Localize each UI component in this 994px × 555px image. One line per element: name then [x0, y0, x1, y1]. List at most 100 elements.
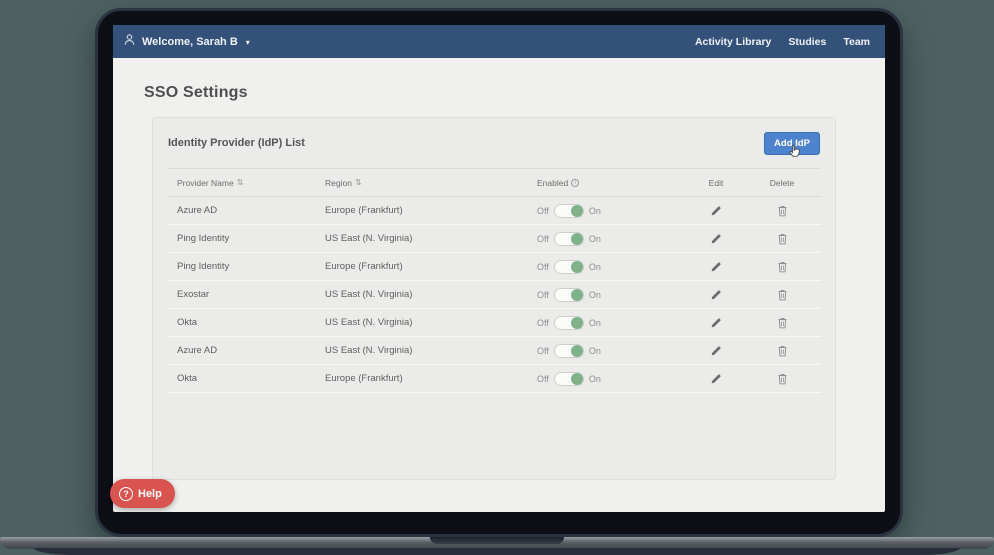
idp-card-header: Identity Provider (IdP) List Add IdP — [153, 118, 835, 168]
laptop-base-bottom — [34, 548, 960, 555]
delete-button[interactable] — [773, 231, 792, 247]
user-menu[interactable]: Welcome, Sarah B ▾ — [123, 33, 250, 51]
edit-cell — [679, 231, 753, 247]
provider-name-cell: Ping Identity — [177, 233, 325, 244]
toggle-off-label: Off — [537, 346, 549, 356]
page-title: SSO Settings — [144, 84, 885, 102]
sso-settings-page: SSO Settings Identity Provider (IdP) Lis… — [113, 84, 885, 512]
edit-cell — [679, 343, 753, 359]
delete-cell — [753, 231, 811, 247]
edit-button[interactable] — [706, 315, 726, 331]
toggle-on-label: On — [589, 262, 601, 272]
toggle-on-label: On — [589, 290, 601, 300]
column-header-enabled: Enabled i — [537, 178, 679, 188]
idp-table: Provider Name ⇅ Region ⇅ Enabled i — [167, 168, 821, 393]
delete-cell — [753, 203, 811, 219]
delete-button[interactable] — [773, 315, 792, 331]
provider-name-cell: Okta — [177, 373, 325, 384]
nav-links: Activity Library Studies Team — [695, 36, 870, 48]
caret-down-icon: ▾ — [246, 38, 250, 47]
help-button[interactable]: ? Help — [110, 479, 175, 508]
delete-button[interactable] — [773, 343, 792, 359]
enabled-cell: Off On — [537, 232, 679, 246]
help-label: Help — [138, 488, 162, 500]
nav-link-team[interactable]: Team — [843, 36, 870, 48]
table-row: Okta Europe (Frankfurt) Off On — [167, 365, 821, 393]
enabled-cell: Off On — [537, 372, 679, 386]
table-header-row: Provider Name ⇅ Region ⇅ Enabled i — [167, 169, 821, 197]
provider-name-cell: Azure AD — [177, 345, 325, 356]
region-cell: Europe (Frankfurt) — [325, 205, 537, 216]
delete-button[interactable] — [773, 287, 792, 303]
table-row: Azure AD Europe (Frankfurt) Off On — [167, 197, 821, 225]
toggle-on-label: On — [589, 318, 601, 328]
delete-cell — [753, 315, 811, 331]
toggle-off-label: Off — [537, 318, 549, 328]
sort-icon[interactable]: ⇅ — [355, 178, 362, 187]
edit-cell — [679, 203, 753, 219]
region-cell: US East (N. Virginia) — [325, 289, 537, 300]
delete-cell — [753, 259, 811, 275]
edit-button[interactable] — [706, 371, 726, 387]
provider-name-cell: Okta — [177, 317, 325, 328]
edit-cell — [679, 287, 753, 303]
enabled-toggle[interactable] — [554, 260, 584, 274]
enabled-toggle[interactable] — [554, 204, 584, 218]
edit-button[interactable] — [706, 259, 726, 275]
edit-button[interactable] — [706, 287, 726, 303]
enabled-toggle[interactable] — [554, 316, 584, 330]
enabled-cell: Off On — [537, 344, 679, 358]
table-row: Ping Identity US East (N. Virginia) Off … — [167, 225, 821, 253]
region-cell: US East (N. Virginia) — [325, 345, 537, 356]
column-header-region[interactable]: Region ⇅ — [325, 178, 537, 188]
edit-cell — [679, 315, 753, 331]
toggle-on-label: On — [589, 346, 601, 356]
add-idp-button-wrap: Add IdP — [764, 132, 820, 155]
nav-link-studies[interactable]: Studies — [788, 36, 826, 48]
edit-button[interactable] — [706, 343, 726, 359]
toggle-off-label: Off — [537, 234, 549, 244]
enabled-toggle[interactable] — [554, 232, 584, 246]
welcome-label: Welcome, Sarah B — [142, 36, 238, 48]
column-header-provider-name[interactable]: Provider Name ⇅ — [177, 178, 325, 188]
toggle-knob — [571, 345, 583, 357]
laptop-screen: Welcome, Sarah B ▾ Activity Library Stud… — [113, 25, 885, 512]
region-cell: Europe (Frankfurt) — [325, 373, 537, 384]
laptop-base-notch — [430, 537, 564, 544]
provider-name-cell: Ping Identity — [177, 261, 325, 272]
toggle-knob — [571, 289, 583, 301]
enabled-toggle[interactable] — [554, 372, 584, 386]
table-row: Azure AD US East (N. Virginia) Off On — [167, 337, 821, 365]
table-body: Azure AD Europe (Frankfurt) Off On — [167, 197, 821, 393]
edit-cell — [679, 259, 753, 275]
toggle-knob — [571, 373, 583, 385]
enabled-toggle[interactable] — [554, 288, 584, 302]
edit-cell — [679, 371, 753, 387]
add-idp-button[interactable]: Add IdP — [764, 132, 820, 155]
column-header-edit: Edit — [679, 178, 753, 188]
edit-button[interactable] — [706, 203, 726, 219]
toggle-on-label: On — [589, 234, 601, 244]
enabled-toggle[interactable] — [554, 344, 584, 358]
delete-cell — [753, 287, 811, 303]
toggle-on-label: On — [589, 206, 601, 216]
enabled-cell: Off On — [537, 288, 679, 302]
toggle-off-label: Off — [537, 262, 549, 272]
table-row: Exostar US East (N. Virginia) Off On — [167, 281, 821, 309]
delete-button[interactable] — [773, 259, 792, 275]
provider-name-cell: Azure AD — [177, 205, 325, 216]
toggle-knob — [571, 261, 583, 273]
toggle-off-label: Off — [537, 206, 549, 216]
info-icon[interactable]: i — [571, 179, 579, 187]
table-row: Okta US East (N. Virginia) Off On — [167, 309, 821, 337]
delete-button[interactable] — [773, 203, 792, 219]
user-icon — [123, 33, 136, 51]
toggle-knob — [571, 205, 583, 217]
enabled-cell: Off On — [537, 204, 679, 218]
nav-link-activity-library[interactable]: Activity Library — [695, 36, 771, 48]
delete-button[interactable] — [773, 371, 792, 387]
edit-button[interactable] — [706, 231, 726, 247]
toggle-off-label: Off — [537, 290, 549, 300]
sort-icon[interactable]: ⇅ — [237, 178, 244, 187]
idp-card: Identity Provider (IdP) List Add IdP — [152, 117, 836, 480]
